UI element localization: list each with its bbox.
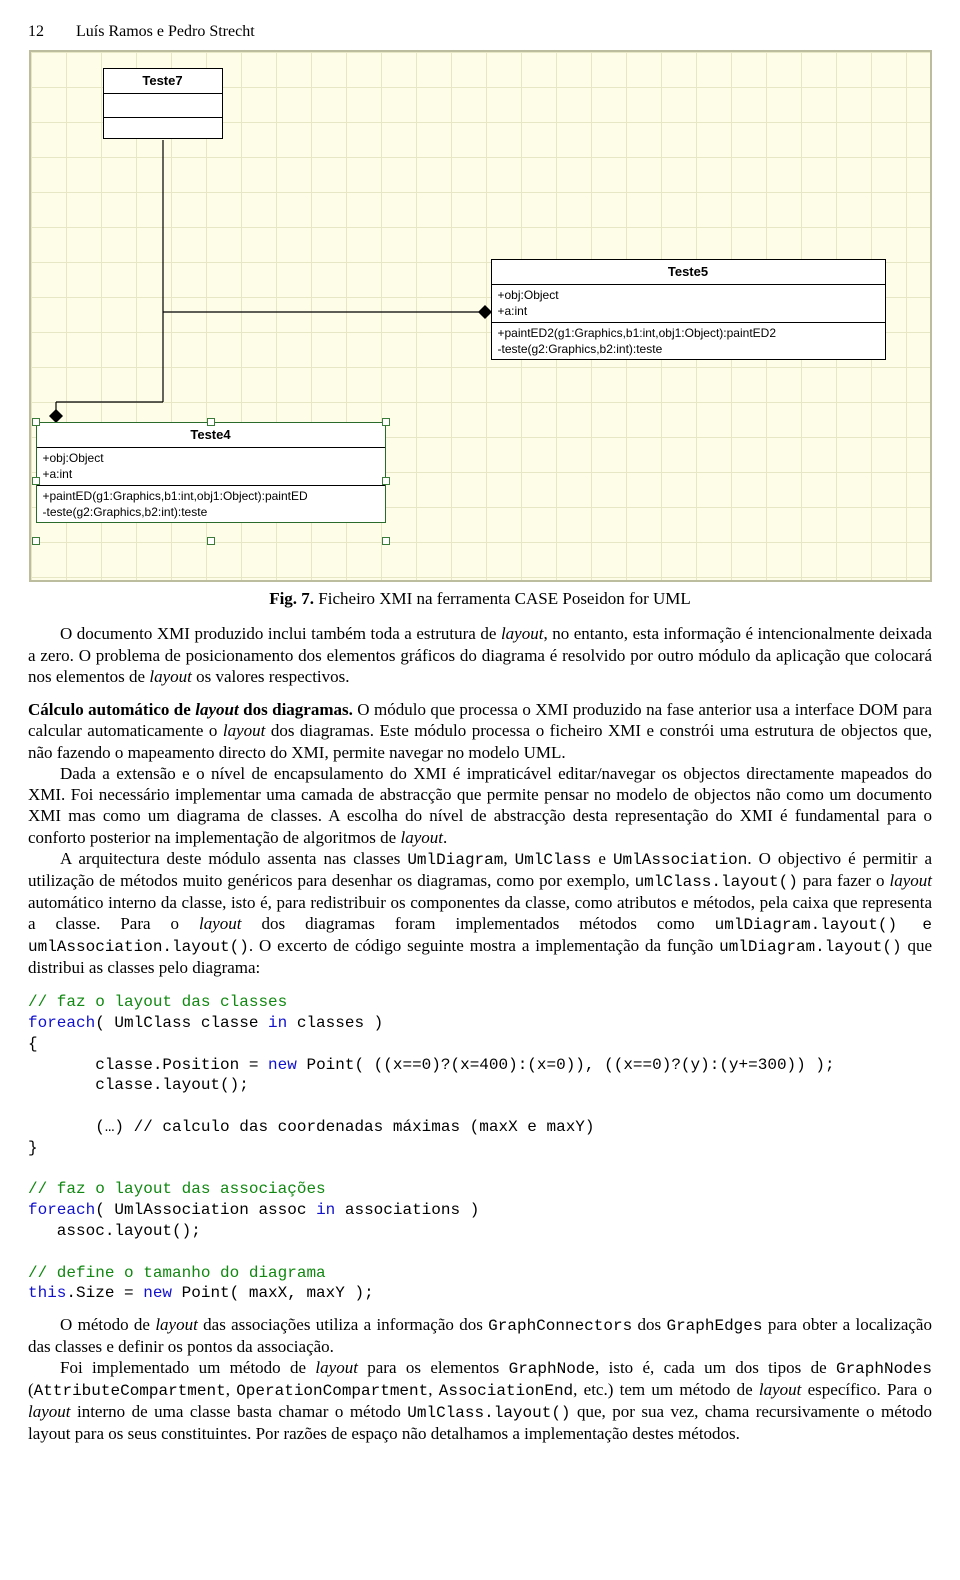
running-header: 12 Luís Ramos e Pedro Strecht xyxy=(28,22,932,42)
uml-attr: +a:int xyxy=(498,303,879,319)
uml-attr-section: +obj:Object +a:int xyxy=(37,448,385,485)
uml-attr-section: +obj:Object +a:int xyxy=(492,285,885,322)
uml-attr: +a:int xyxy=(43,466,379,482)
uml-class-name: Teste4 xyxy=(37,423,385,448)
header-authors: Luís Ramos e Pedro Strecht xyxy=(76,23,255,40)
resize-handle[interactable] xyxy=(207,418,215,426)
code-listing: // faz o layout das classes foreach( Uml… xyxy=(28,992,932,1304)
uml-attr: +obj:Object xyxy=(498,287,879,303)
resize-handle[interactable] xyxy=(382,477,390,485)
caption-text: Ficheiro XMI na ferramenta CASE Poseidon… xyxy=(318,589,691,608)
figure-caption: Fig. 7. Ficheiro XMI na ferramenta CASE … xyxy=(28,588,932,609)
resize-handle[interactable] xyxy=(32,477,40,485)
resize-handle[interactable] xyxy=(382,537,390,545)
page-number: 12 xyxy=(28,22,44,42)
uml-class-name: Teste5 xyxy=(492,260,885,285)
uml-ops-section xyxy=(104,118,222,138)
uml-diagram: Teste7 Teste5 +obj:Object +a:int +paintE… xyxy=(29,50,932,582)
uml-attr: +obj:Object xyxy=(43,450,379,466)
resize-handle[interactable] xyxy=(382,418,390,426)
uml-op: -teste(g2:Graphics,b2:int):teste xyxy=(43,504,379,520)
paragraph: O documento XMI produzido inclui também … xyxy=(28,623,932,687)
uml-class-teste5: Teste5 +obj:Object +a:int +paintED2(g1:G… xyxy=(491,259,886,360)
uml-class-name: Teste7 xyxy=(104,69,222,94)
paragraph: Foi implementado um método de layout par… xyxy=(28,1357,932,1444)
paragraph: O método de layout das associações utili… xyxy=(28,1314,932,1357)
uml-op: -teste(g2:Graphics,b2:int):teste xyxy=(498,341,879,357)
uml-ops-section: +paintED2(g1:Graphics,b1:int,obj1:Object… xyxy=(492,323,885,359)
uml-class-teste4[interactable]: Teste4 +obj:Object +a:int +paintED(g1:Gr… xyxy=(36,422,386,523)
resize-handle[interactable] xyxy=(32,418,40,426)
resize-handle[interactable] xyxy=(32,537,40,545)
paragraph: A arquitectura deste módulo assenta nas … xyxy=(28,848,932,979)
uml-op: +paintED(g1:Graphics,b1:int,obj1:Object)… xyxy=(43,488,379,504)
uml-ops-section: +paintED(g1:Graphics,b1:int,obj1:Object)… xyxy=(37,486,385,522)
caption-label: Fig. 7. xyxy=(269,589,314,608)
resize-handle[interactable] xyxy=(207,537,215,545)
page: 12 Luís Ramos e Pedro Strecht Teste7 Tes… xyxy=(0,0,960,1475)
uml-class-teste7: Teste7 xyxy=(103,68,223,139)
uml-attr-section xyxy=(104,94,222,118)
uml-op: +paintED2(g1:Graphics,b1:int,obj1:Object… xyxy=(498,325,879,341)
paragraph: Dada a extensão e o nível de encapsulame… xyxy=(28,763,932,848)
paragraph: Cálculo automático de layout dos diagram… xyxy=(28,699,932,763)
